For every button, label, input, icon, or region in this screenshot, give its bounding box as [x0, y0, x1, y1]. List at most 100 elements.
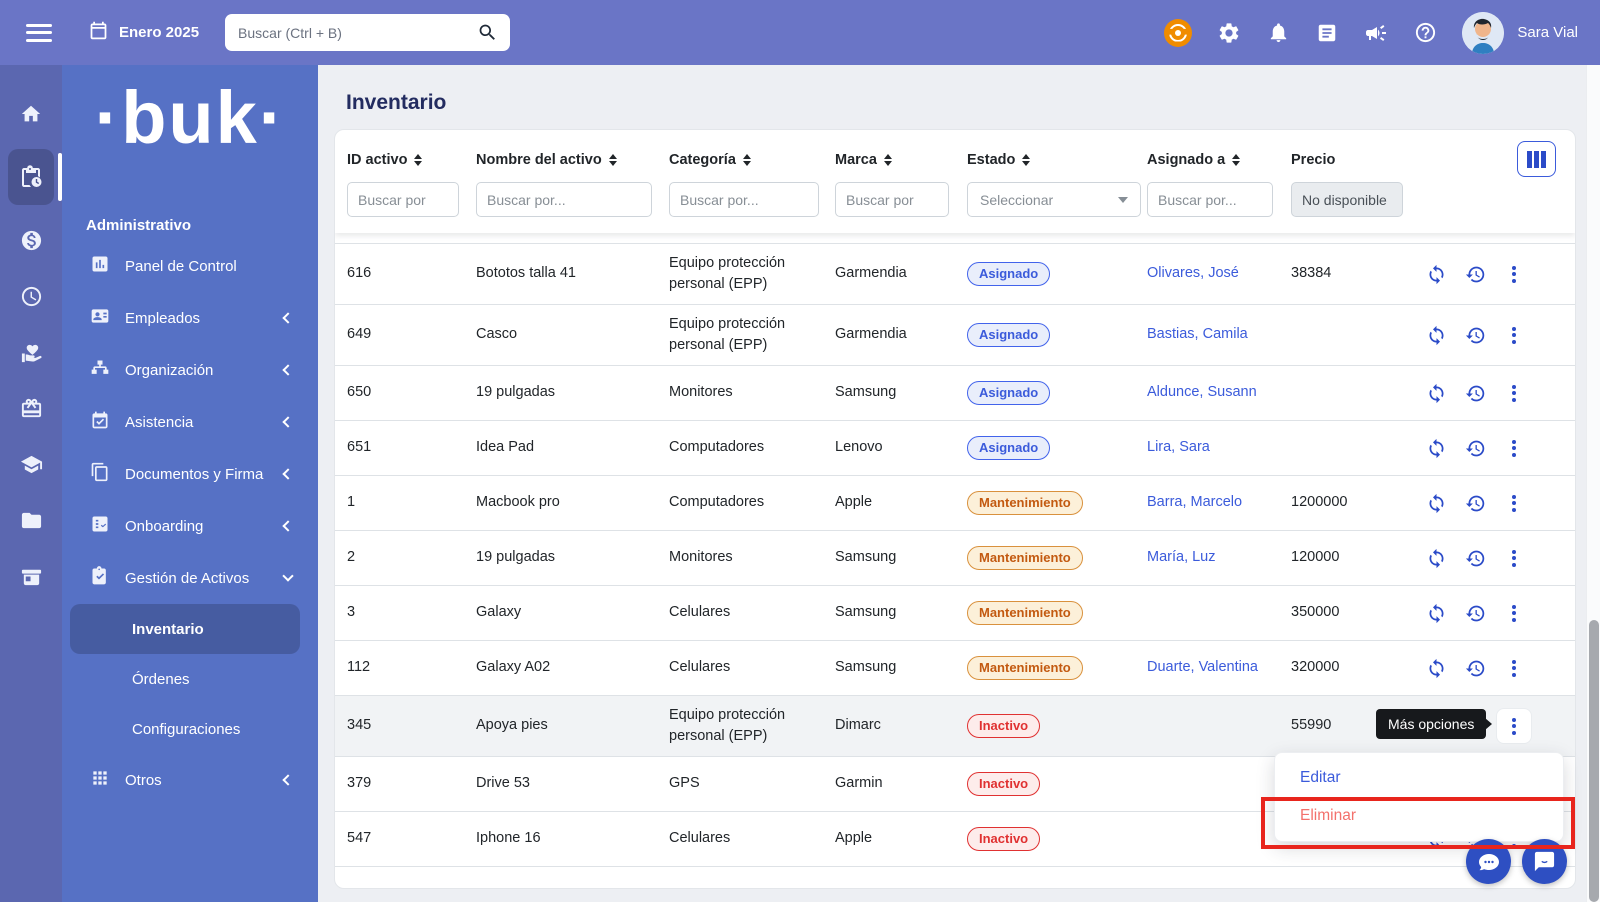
- history-icon[interactable]: [1464, 382, 1486, 404]
- history-icon[interactable]: [1464, 437, 1486, 459]
- hamburger-menu-icon[interactable]: [26, 23, 52, 42]
- sync-icon[interactable]: [1425, 492, 1447, 514]
- assignee-link[interactable]: María, Luz: [1147, 549, 1216, 565]
- cell-id: 345: [347, 717, 372, 734]
- sort-icon[interactable]: [1232, 154, 1241, 166]
- status-badge: Mantenimiento: [967, 545, 1083, 571]
- sync-icon[interactable]: [1425, 324, 1447, 346]
- column-header[interactable]: Nombre del activo: [476, 144, 669, 182]
- more-options-kebab-icon[interactable]: [1503, 547, 1525, 569]
- sidebar-item-documentos-y-firma[interactable]: Documentos y Firma: [62, 448, 318, 500]
- sync-icon[interactable]: [1425, 263, 1447, 285]
- sidebar-item-gestio-n-de-activos[interactable]: Gestión de Activos: [62, 552, 318, 604]
- rail-home-icon[interactable]: [8, 93, 54, 135]
- column-header[interactable]: Categoría: [669, 144, 835, 182]
- notifications-bell-icon[interactable]: [1266, 21, 1290, 45]
- assignee-link[interactable]: Duarte, Valentina: [1147, 659, 1258, 675]
- sidebar-item-onboarding[interactable]: Onboarding: [62, 500, 318, 552]
- assistant-icon[interactable]: [1164, 18, 1193, 47]
- assignee-link[interactable]: Barra, Marcelo: [1147, 494, 1242, 510]
- sidebar-item-asistencia[interactable]: Asistencia: [62, 396, 318, 448]
- more-options-kebab-icon[interactable]: [1503, 715, 1525, 737]
- filter-input-categori-a[interactable]: [669, 182, 819, 217]
- sync-icon[interactable]: [1425, 437, 1447, 459]
- sidebar-subitem-ordenes[interactable]: Órdenes: [70, 654, 300, 704]
- more-options-kebab-icon[interactable]: [1503, 657, 1525, 679]
- global-search[interactable]: [225, 14, 511, 51]
- history-icon[interactable]: [1464, 547, 1486, 569]
- assignee-link[interactable]: Bastias, Camila: [1147, 326, 1248, 342]
- history-icon[interactable]: [1464, 492, 1486, 514]
- history-icon[interactable]: [1464, 657, 1486, 679]
- filter-input-asignado-a[interactable]: [1147, 182, 1273, 217]
- history-icon[interactable]: [1464, 324, 1486, 346]
- help-icon[interactable]: [1413, 21, 1437, 45]
- global-search-input[interactable]: [238, 24, 469, 41]
- sidebar-item-organizacio-n[interactable]: Organización: [62, 344, 318, 396]
- history-icon[interactable]: [1464, 263, 1486, 285]
- column-header[interactable]: ID activo: [347, 144, 476, 182]
- context-menu-edit[interactable]: Editar: [1275, 759, 1563, 797]
- sidebar-item-empleados[interactable]: Empleados: [62, 292, 318, 344]
- sort-icon[interactable]: [1022, 154, 1031, 166]
- more-options-kebab-icon[interactable]: [1503, 437, 1525, 459]
- rail-payroll-icon[interactable]: [8, 219, 54, 261]
- sync-icon[interactable]: [1425, 547, 1447, 569]
- history-icon[interactable]: [1464, 602, 1486, 624]
- rail-asset-management-icon[interactable]: [8, 149, 62, 205]
- more-options-button[interactable]: [1496, 708, 1532, 744]
- cell-id: 2: [347, 549, 356, 566]
- period-selector[interactable]: Enero 2025: [88, 20, 199, 45]
- sync-icon[interactable]: [1425, 382, 1447, 404]
- news-icon[interactable]: [1315, 21, 1339, 45]
- estado-filter-select[interactable]: Seleccionar: [967, 182, 1141, 217]
- assignee-link[interactable]: Lira, Sara: [1147, 439, 1210, 455]
- more-options-kebab-icon[interactable]: [1503, 324, 1525, 346]
- more-options-kebab-icon[interactable]: [1503, 602, 1525, 624]
- sidebar-subitem-configuraciones[interactable]: Configuraciones: [70, 704, 300, 754]
- sidebar-item-label: Empleados: [125, 309, 201, 327]
- sort-icon[interactable]: [414, 154, 423, 166]
- user-name[interactable]: Sara Vial: [1517, 24, 1578, 41]
- rail-time-icon[interactable]: [8, 275, 54, 317]
- sidebar-item-panel-de-control[interactable]: Panel de Control: [62, 240, 318, 292]
- cell-marca: Garmendia: [835, 265, 907, 282]
- column-settings-button[interactable]: [1517, 141, 1556, 177]
- column-header[interactable]: Estado: [967, 144, 1147, 182]
- user-avatar[interactable]: [1462, 11, 1505, 54]
- assignee-link[interactable]: Aldunce, Susann: [1147, 384, 1257, 400]
- sidebar-subitem-inventario[interactable]: Inventario: [70, 604, 300, 654]
- scrollbar-thumb[interactable]: [1589, 620, 1599, 902]
- column-header-label: Estado: [967, 152, 1016, 168]
- more-options-kebab-icon[interactable]: [1503, 263, 1525, 285]
- more-options-kebab-icon[interactable]: [1503, 492, 1525, 514]
- page-scrollbar[interactable]: [1586, 65, 1600, 902]
- column-header[interactable]: Asignado a: [1147, 144, 1291, 182]
- table-row: 2 19 pulgadas Monitores Samsung Mantenimient…: [335, 531, 1575, 586]
- sidebar-item-otros[interactable]: Otros: [62, 754, 318, 806]
- filter-input-nombre-del-activo[interactable]: [476, 182, 652, 217]
- search-icon[interactable]: [477, 22, 498, 48]
- rail-talent-icon[interactable]: [8, 387, 54, 429]
- column-header[interactable]: Marca: [835, 144, 967, 182]
- cell-categoria: Equipo protección personal (EPP): [669, 315, 786, 353]
- assignee-link[interactable]: Olivares, José: [1147, 265, 1239, 281]
- rail-training-icon[interactable]: [8, 443, 54, 485]
- cell-asignado: Aldunce, Susann: [1147, 382, 1291, 403]
- filter-input-marca[interactable]: [835, 182, 949, 217]
- rail-marketplace-icon[interactable]: [8, 555, 54, 597]
- more-options-kebab-icon[interactable]: [1503, 382, 1525, 404]
- sync-icon[interactable]: [1425, 602, 1447, 624]
- settings-gear-icon[interactable]: [1217, 21, 1241, 45]
- sync-icon[interactable]: [1425, 657, 1447, 679]
- context-menu-delete[interactable]: Eliminar: [1275, 797, 1563, 835]
- rail-benefits-icon[interactable]: [8, 331, 54, 373]
- support-chat-fab[interactable]: [1522, 839, 1567, 884]
- sort-icon[interactable]: [608, 154, 617, 166]
- rail-files-icon[interactable]: [8, 499, 54, 541]
- announcements-megaphone-icon[interactable]: [1364, 21, 1388, 45]
- sort-icon[interactable]: [742, 154, 751, 166]
- chat-bubble-fab[interactable]: [1466, 839, 1511, 884]
- sort-icon[interactable]: [883, 154, 892, 166]
- filter-input-id-activo[interactable]: [347, 182, 459, 217]
